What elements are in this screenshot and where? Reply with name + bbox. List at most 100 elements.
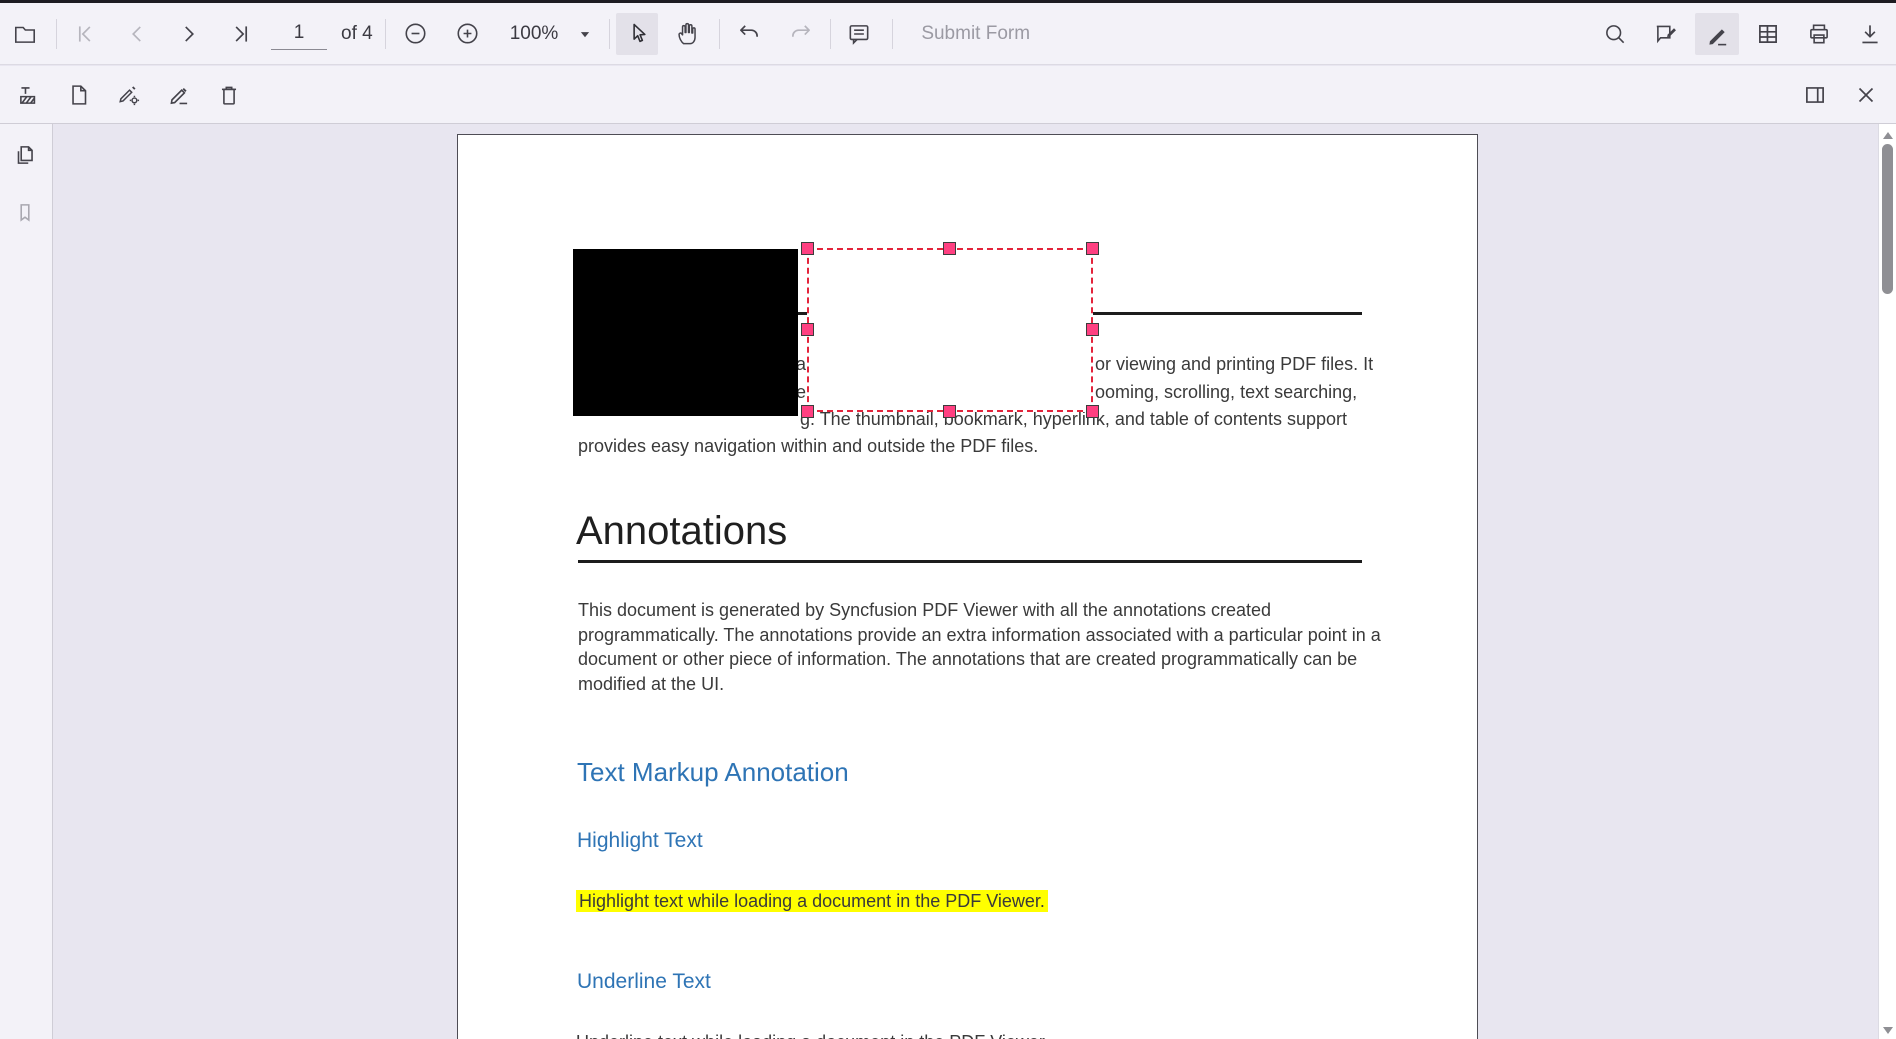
- bookmark-icon: [12, 200, 38, 226]
- panel-right-icon: [1802, 82, 1828, 108]
- chevron-down-icon: [574, 23, 596, 45]
- scroll-up-arrow[interactable]: [1883, 132, 1893, 139]
- folder-icon: [12, 21, 38, 47]
- download-icon: [1857, 21, 1883, 47]
- download-button[interactable]: [1848, 13, 1892, 55]
- chevron-left-icon: [124, 21, 150, 47]
- previous-page-button[interactable]: [113, 13, 161, 55]
- print-button[interactable]: [1797, 13, 1841, 55]
- text-markup-button[interactable]: [7, 74, 51, 116]
- toolbar-separator: [719, 19, 720, 49]
- viewer-content: a or viewing and printing PDF files. It …: [0, 124, 1896, 1039]
- last-page-button[interactable]: [217, 13, 265, 55]
- submit-form-label: Submit Form: [921, 23, 1030, 45]
- resize-handle-middle-left[interactable]: [801, 323, 814, 336]
- first-page-icon: [72, 21, 98, 47]
- toolbar-separator: [385, 19, 386, 49]
- resize-handle-bottom-left[interactable]: [801, 405, 814, 418]
- intro-line3: g. The thumbnail, bookmark, hyperlink, a…: [800, 409, 1347, 430]
- annotation-edit-button[interactable]: [1644, 13, 1688, 55]
- annotations-title-rule: [578, 560, 1362, 563]
- ink-annotation-button[interactable]: [157, 74, 201, 116]
- undo-button[interactable]: [725, 13, 773, 55]
- comment-panel-button[interactable]: [1793, 74, 1837, 116]
- page-annotation-button[interactable]: [57, 74, 101, 116]
- body-line: programmatically. The annotations provid…: [578, 625, 1381, 646]
- intro-line4: provides easy navigation within and outs…: [578, 436, 1038, 457]
- search-icon: [1602, 21, 1628, 47]
- scrollbar-thumb[interactable]: [1882, 144, 1893, 294]
- pen-icon: [1704, 21, 1730, 47]
- highlighted-sentence: Highlight text while loading a document …: [576, 891, 1048, 912]
- zoom-in-icon: [454, 20, 481, 47]
- primary-toolbar: of 4 100% Submit Form: [0, 3, 1896, 65]
- resize-handle-top-center[interactable]: [943, 242, 956, 255]
- first-page-button[interactable]: [61, 13, 109, 55]
- page-number-input[interactable]: [271, 18, 327, 50]
- pencil-gear-icon: [116, 82, 142, 108]
- undo-icon: [736, 21, 762, 47]
- trash-icon: [216, 82, 242, 108]
- ink-pen-button[interactable]: [1695, 13, 1739, 55]
- delete-annotation-button[interactable]: [207, 74, 251, 116]
- annotations-title: Annotations: [576, 509, 787, 554]
- resize-handle-bottom-right[interactable]: [1086, 405, 1099, 418]
- selected-annotation[interactable]: [807, 248, 1093, 412]
- zoom-out-icon: [402, 20, 429, 47]
- intro-line2-right-fragment: ooming, scrolling, text searching,: [1095, 382, 1357, 403]
- pan-tool-button[interactable]: [666, 13, 708, 55]
- free-text-settings-button[interactable]: [107, 74, 151, 116]
- bookmarks-button[interactable]: [7, 195, 43, 231]
- intro-line1-right-fragment: or viewing and printing PDF files. It: [1095, 354, 1373, 375]
- page-thumbnails-button[interactable]: [7, 137, 43, 173]
- selection-tool-button[interactable]: [616, 13, 658, 55]
- close-annotation-toolbar-button[interactable]: [1844, 74, 1888, 116]
- thumbnails-icon: [12, 142, 38, 168]
- search-button[interactable]: [1593, 13, 1637, 55]
- grid-icon: [1755, 21, 1781, 47]
- resize-handle-bottom-center[interactable]: [943, 405, 956, 418]
- pdf-viewer-app: of 4 100% Submit Form: [0, 0, 1896, 1039]
- redo-icon: [788, 21, 814, 47]
- comment-edit-icon: [1653, 21, 1679, 47]
- body-line: document or other piece of information. …: [578, 649, 1357, 670]
- organize-pages-button[interactable]: [1746, 13, 1790, 55]
- body-line: modified at the UI.: [578, 674, 724, 695]
- cursor-arrow-icon: [624, 20, 651, 47]
- zoom-out-button[interactable]: [392, 13, 440, 55]
- zoom-level-value: 100%: [510, 23, 559, 45]
- page-count-label: of 4: [341, 23, 373, 45]
- highlight-text-heading: Highlight Text: [577, 829, 703, 853]
- chevron-right-icon: [176, 21, 202, 47]
- underline-text-heading: Underline Text: [577, 970, 711, 994]
- navigation-sidebar: [0, 124, 53, 1039]
- last-page-icon: [228, 21, 254, 47]
- body-line: This document is generated by Syncfusion…: [578, 600, 1271, 621]
- scroll-down-arrow[interactable]: [1883, 1027, 1893, 1034]
- text-markup-annotation-heading: Text Markup Annotation: [577, 757, 849, 788]
- resize-handle-top-left[interactable]: [801, 242, 814, 255]
- comment-icon: [846, 21, 872, 47]
- ink-pencil-icon: [166, 82, 192, 108]
- submit-form-button[interactable]: Submit Form: [907, 13, 1044, 55]
- redo-button[interactable]: [777, 13, 825, 55]
- comment-button[interactable]: [835, 13, 883, 55]
- resize-handle-middle-right[interactable]: [1086, 323, 1099, 336]
- resize-handle-top-right[interactable]: [1086, 242, 1099, 255]
- annotation-toolbar: [0, 66, 1896, 124]
- open-file-button[interactable]: [5, 13, 45, 55]
- toolbar-separator: [56, 19, 57, 49]
- zoom-dropdown-button[interactable]: [566, 13, 604, 55]
- zoom-in-button[interactable]: [444, 13, 492, 55]
- hand-icon: [674, 20, 701, 47]
- redaction-annotation[interactable]: [573, 249, 798, 416]
- vertical-scrollbar[interactable]: [1878, 124, 1896, 1039]
- pdf-page: a or viewing and printing PDF files. It …: [457, 134, 1478, 1039]
- underlined-sentence-clipped: Underline text while loading a document …: [576, 1032, 1049, 1039]
- text-markup-icon: [16, 82, 42, 108]
- toolbar-separator: [830, 19, 831, 49]
- toolbar-separator: [892, 19, 893, 49]
- next-page-button[interactable]: [165, 13, 213, 55]
- toolbar-separator: [609, 19, 610, 49]
- printer-icon: [1806, 21, 1832, 47]
